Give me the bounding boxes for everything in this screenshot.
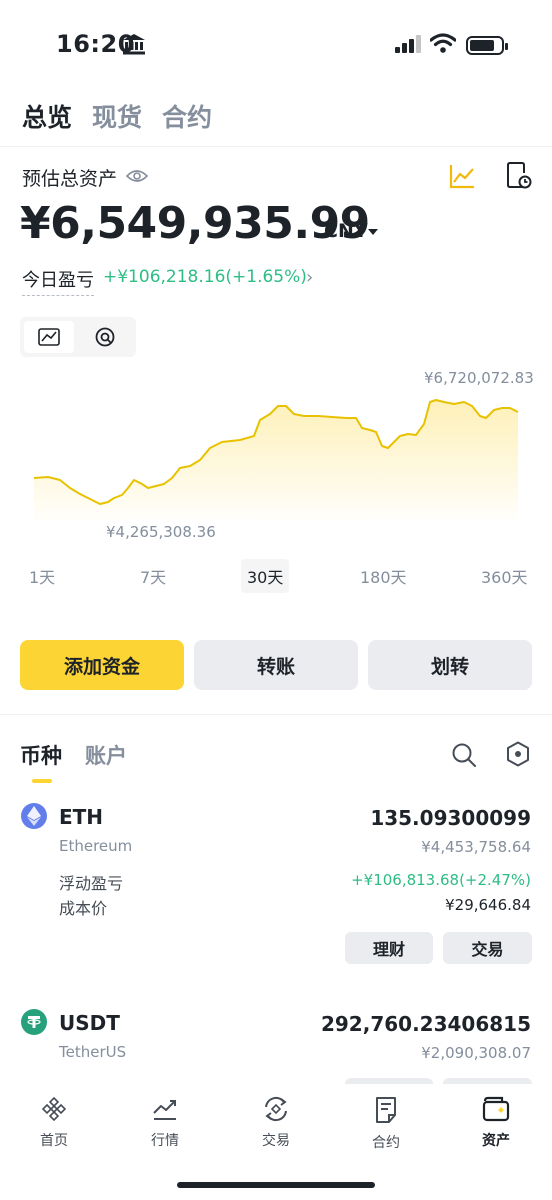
line-chart-icon [38,328,60,346]
caret-down-icon[interactable] [368,229,378,235]
eye-icon[interactable] [126,168,148,184]
markets-icon [153,1100,176,1120]
today-pnl-value: +¥106,218.16(+1.65%) [103,267,307,287]
cost-price-value: ¥29,646.84 [445,896,531,914]
nav-futures-label: 合约 [372,1135,400,1151]
internal-transfer-button[interactable]: 划转 [368,640,532,690]
earn-button[interactable]: 理财 [345,932,433,964]
nav-home[interactable]: 首页 [14,1096,94,1150]
section-divider [0,714,552,715]
line-mode-button[interactable] [24,321,74,353]
usdt-name: TetherUS [59,1043,127,1061]
currency-selector[interactable]: CNY [324,220,368,242]
nav-futures[interactable]: 合约 [346,1096,426,1152]
transfer-button[interactable]: 转账 [194,640,358,690]
eth-value: ¥4,453,758.64 [421,838,531,856]
period-1d[interactable]: 1天 [29,564,55,588]
floating-pnl-label: 浮动盈亏 [59,874,124,893]
usdt-symbol[interactable]: USDT [59,1011,120,1035]
estimated-total-label: 预估总资产 [22,168,118,190]
chevron-right-icon[interactable]: › [306,267,313,288]
bank-icon [123,34,145,55]
tab-coins[interactable]: 币种 [20,740,62,770]
pie-mode-button[interactable] [80,321,130,353]
tab-futures[interactable]: 合约 [162,98,212,134]
settings-hex-icon[interactable] [506,741,530,767]
period-180d[interactable]: 180天 [360,564,407,588]
usdt-coin-icon [21,1009,47,1035]
eth-coin-icon [21,803,47,829]
header-divider [0,146,552,147]
total-balance: ¥6,549,935.99 [20,198,370,249]
today-pnl-label[interactable]: 今日盈亏 [22,266,94,296]
trade-button[interactable]: 交易 [443,932,532,964]
chart-mode-toggle [20,317,136,357]
tab-accounts[interactable]: 账户 [85,740,127,770]
period-7d[interactable]: 7天 [140,564,166,588]
pie-chart-icon [95,327,115,347]
nav-trade-label: 交易 [262,1133,290,1149]
active-tab-indicator [32,779,52,783]
tab-spot[interactable]: 现货 [92,98,142,134]
wallet-icon [482,1096,510,1122]
history-icon[interactable] [506,161,532,191]
nav-markets[interactable]: 行情 [125,1096,205,1150]
eth-symbol[interactable]: ETH [59,805,103,829]
eth-amount: 135.09300099 [370,806,531,830]
nav-assets-label: 资产 [482,1133,510,1149]
eth-name: Ethereum [59,837,133,855]
tab-overview[interactable]: 总览 [22,98,72,134]
period-360d[interactable]: 360天 [481,564,528,588]
add-funds-button[interactable]: 添加资金 [20,640,184,690]
futures-icon [376,1097,396,1123]
nav-assets[interactable]: 资产 [456,1096,536,1150]
line-chart-icon[interactable] [448,162,476,190]
chart-min-label: ¥4,265,308.36 [106,523,216,541]
battery-icon [466,36,508,55]
nav-home-label: 首页 [40,1133,68,1149]
usdt-amount: 292,760.23406815 [320,1012,531,1036]
usdt-value: ¥2,090,308.07 [421,1044,531,1062]
binance-home-icon [41,1096,67,1122]
search-icon[interactable] [451,742,477,768]
period-30d[interactable]: 30天 [241,559,290,593]
chart-max-label: ¥6,720,072.83 [424,369,534,387]
cellular-signal-icon [395,35,421,53]
floating-pnl-value: +¥106,813.68(+2.47%) [351,871,531,889]
nav-trade[interactable]: 交易 [236,1096,316,1150]
trade-icon [265,1096,287,1122]
nav-markets-label: 行情 [151,1133,179,1149]
cost-price-label: 成本价 [59,899,108,918]
home-indicator [177,1182,375,1188]
wifi-icon [430,33,456,53]
